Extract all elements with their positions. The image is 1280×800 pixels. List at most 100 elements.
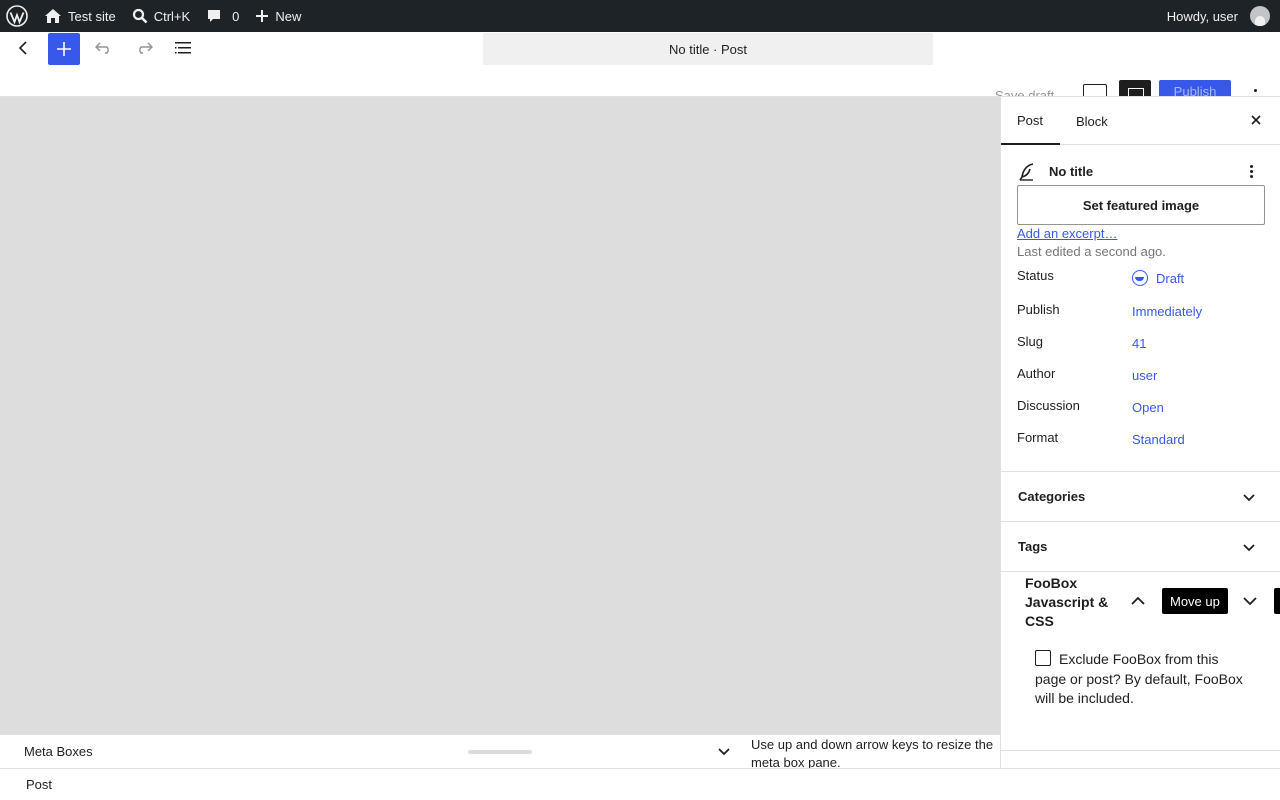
document-bar[interactable]: No title · Post [483, 33, 933, 65]
chevron-down-icon [1242, 540, 1256, 557]
author-label: Author [1017, 366, 1056, 381]
foobox-meta-box-title[interactable]: FooBox Javascript & CSS [1025, 574, 1125, 631]
more-vertical-icon [1250, 165, 1253, 168]
tab-block[interactable]: Block [1060, 97, 1124, 145]
save-draft-button[interactable]: Save draft [995, 88, 1054, 96]
home-icon [45, 9, 61, 23]
document-overview-button[interactable] [168, 32, 200, 64]
tags-panel-title: Tags [1018, 539, 1048, 554]
author-value-button[interactable]: user [1132, 368, 1157, 383]
save-draft-label: Save draft [995, 88, 1055, 96]
block-inserter-button[interactable] [48, 33, 80, 65]
meta-box-resize-handle[interactable] [468, 750, 532, 754]
publish-label-text: Publish [1017, 302, 1060, 317]
redo-icon [139, 42, 153, 54]
my-account-link[interactable]: Howdy, user [1159, 0, 1280, 32]
discussion-row: Discussion Open [1017, 398, 1265, 418]
options-menu-button[interactable] [1254, 89, 1258, 96]
document-title: No title · Post [668, 41, 748, 57]
exclude-foobox-option: Exclude FooBox from this page or post? B… [1035, 650, 1251, 709]
site-name: Test site [68, 8, 116, 24]
status-value: Draft [1156, 270, 1185, 286]
draft-status-icon [1132, 270, 1148, 286]
sidebar-tabs: Post Block [1001, 97, 1280, 145]
slug-row: Slug 41 [1017, 334, 1265, 354]
chevron-left-icon [18, 41, 27, 55]
meta-boxes-bar: Meta Boxes Use up and down arrow keys to… [0, 734, 1000, 770]
new-content-link[interactable]: New [247, 0, 309, 32]
more-vertical-icon [1254, 89, 1257, 92]
last-edited-text: Last edited a second ago. [1017, 244, 1166, 259]
exclude-foobox-label: Exclude FooBox from this page or post? B… [1035, 651, 1243, 706]
categories-panel[interactable]: Categories [1001, 471, 1280, 521]
site-name-link[interactable]: Test site [36, 0, 124, 32]
back-button[interactable] [8, 32, 40, 64]
publish-date-button[interactable]: Immediately [1132, 304, 1202, 319]
new-label: New [275, 8, 302, 24]
add-excerpt-link[interactable]: Add an excerpt… [1017, 226, 1117, 241]
tab-post-label: Post [1017, 112, 1044, 128]
slug-value-button[interactable]: 41 [1132, 336, 1146, 351]
close-icon [1251, 115, 1261, 125]
chevron-up-icon [1131, 596, 1145, 605]
editor-canvas[interactable] [0, 96, 1000, 734]
admin-bar: Test site Ctrl+K 0 New Howdy, user [0, 0, 1280, 32]
format-row: Format Standard [1017, 430, 1265, 450]
discussion-label: Discussion [1017, 398, 1080, 413]
set-featured-image-button[interactable]: Set featured image [1017, 185, 1265, 225]
categories-panel-title: Categories [1018, 489, 1086, 504]
tags-panel[interactable]: Tags [1001, 521, 1280, 571]
settings-toggle-button[interactable] [1119, 80, 1151, 97]
foobox-meta-box: FooBox Javascript & CSS Move up Exclude … [1001, 571, 1280, 751]
move-up-button[interactable] [1130, 593, 1146, 612]
greeting: Howdy, user [1166, 8, 1238, 24]
command-palette-link[interactable]: Ctrl+K [124, 0, 198, 32]
chevron-down-icon [718, 748, 730, 756]
search-shortcut: Ctrl+K [153, 8, 191, 24]
publish-label: Publish [1173, 84, 1217, 96]
meta-boxes-title[interactable]: Meta Boxes [24, 744, 93, 759]
author-row: Author user [1017, 366, 1265, 386]
status-label: Status [1017, 268, 1054, 283]
chevron-down-icon [1242, 490, 1256, 507]
plus-icon [256, 10, 269, 22]
close-sidebar-button[interactable] [1249, 113, 1263, 130]
search-icon [132, 8, 148, 24]
avatar [1250, 6, 1270, 26]
post-feather-icon [1019, 163, 1034, 181]
post-title: No title [1049, 164, 1094, 179]
block-breadcrumb[interactable]: Post [26, 777, 52, 792]
tab-post[interactable]: Post [1001, 97, 1060, 145]
publish-row: Publish Immediately [1017, 302, 1265, 322]
comments-link[interactable]: 0 [198, 0, 247, 32]
editor-header: No title · Post Save draft Publish [0, 32, 1280, 100]
slug-label: Slug [1017, 334, 1044, 349]
toggle-panel-tooltip [1274, 588, 1280, 614]
exclude-foobox-checkbox[interactable] [1035, 650, 1051, 666]
editor-footer: Post [0, 768, 1280, 800]
list-view-icon [175, 42, 191, 54]
redo-button[interactable] [128, 32, 160, 64]
tab-block-label: Block [1076, 113, 1108, 129]
undo-icon [95, 42, 109, 54]
discussion-value-button[interactable]: Open [1132, 400, 1164, 415]
more-dot [1250, 170, 1253, 173]
status-value-button[interactable]: Draft [1132, 270, 1184, 286]
more-dot [1250, 175, 1253, 178]
move-up-tooltip: Move up [1162, 588, 1228, 614]
featured-image-label: Set featured image [1082, 197, 1200, 213]
undo-button[interactable] [88, 32, 120, 64]
move-down-button[interactable] [1242, 593, 1258, 612]
post-actions-button[interactable] [1250, 165, 1253, 180]
plus-icon [57, 42, 71, 56]
post-summary-header: No title [1017, 161, 1265, 183]
format-value-button[interactable]: Standard [1132, 432, 1185, 447]
resize-hint: Use up and down arrow keys to resize the… [751, 737, 994, 770]
publish-button[interactable]: Publish [1159, 80, 1231, 96]
chevron-down-icon [1243, 597, 1257, 606]
meta-boxes-toggle-button[interactable] [717, 744, 731, 761]
format-label: Format [1017, 430, 1059, 445]
status-row: Status Draft [1017, 268, 1265, 288]
wordpress-logo-icon[interactable] [0, 0, 36, 32]
settings-sidebar: Post Block No title Set featured image A… [1000, 96, 1280, 768]
